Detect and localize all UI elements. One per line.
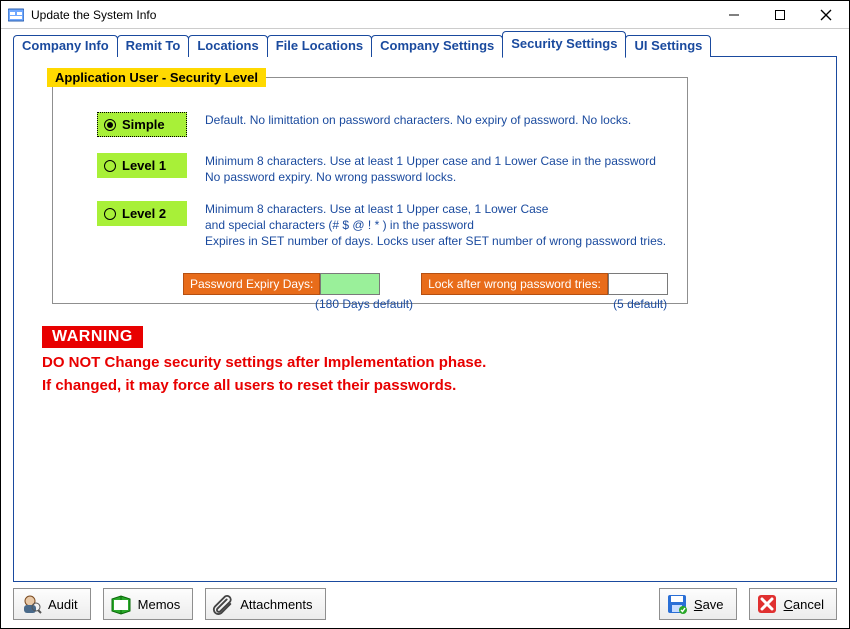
save-icon	[666, 593, 688, 615]
radio-label: Level 1	[122, 158, 166, 173]
tab-company-settings[interactable]: Company Settings	[371, 35, 503, 57]
expiry-row: Password Expiry Days: (180 Days default)…	[183, 273, 676, 311]
radio-label: Level 2	[122, 206, 166, 221]
save-button[interactable]: Save	[659, 588, 737, 620]
lock-segment: Lock after wrong password tries: (5 defa…	[421, 273, 668, 311]
warning-line-1: DO NOT Change security settings after Im…	[42, 354, 808, 371]
option-level1: Level 1 Minimum 8 characters. Use at lea…	[97, 153, 669, 185]
memos-button[interactable]: Memos	[103, 588, 194, 620]
option-simple-desc: Default. No limittation on password char…	[205, 112, 631, 128]
option-level2: Level 2 Minimum 8 characters. Use at lea…	[97, 201, 669, 249]
tab-content: Application User - Security Level Simple…	[13, 57, 837, 582]
titlebar: Update the System Info	[1, 1, 849, 29]
memos-icon	[110, 593, 132, 615]
save-label: Save	[694, 597, 724, 612]
radio-dot-icon	[104, 208, 116, 220]
option-simple: Simple Default. No limittation on passwo…	[97, 112, 669, 137]
audit-label: Audit	[48, 597, 78, 612]
attachments-button[interactable]: Attachments	[205, 588, 325, 620]
radio-dot-icon	[104, 119, 116, 131]
footer: Audit Memos Attachments	[13, 586, 837, 622]
warning-block: WARNING DO NOT Change security settings …	[42, 326, 808, 394]
radio-simple[interactable]: Simple	[97, 112, 187, 137]
memos-label: Memos	[138, 597, 181, 612]
lock-hint: (5 default)	[613, 297, 667, 311]
tab-company-info[interactable]: Company Info	[13, 35, 118, 57]
lock-tries-input[interactable]	[608, 273, 668, 295]
expiry-days-input[interactable]	[320, 273, 380, 295]
tab-file-locations[interactable]: File Locations	[267, 35, 372, 57]
app-icon	[7, 6, 25, 24]
close-button[interactable]	[803, 1, 849, 29]
option-level2-desc: Minimum 8 characters. Use at least 1 Upp…	[205, 201, 666, 249]
expiry-hint: (180 Days default)	[315, 297, 413, 311]
radio-label: Simple	[122, 117, 165, 132]
paperclip-icon	[212, 593, 234, 615]
window-title: Update the System Info	[31, 8, 156, 22]
attachments-label: Attachments	[240, 597, 312, 612]
tab-security-settings[interactable]: Security Settings	[502, 31, 626, 58]
tab-remit-to[interactable]: Remit To	[117, 35, 190, 57]
expiry-label: Password Expiry Days:	[183, 273, 320, 295]
tab-locations[interactable]: Locations	[188, 35, 267, 57]
fieldset-legend: Application User - Security Level	[47, 68, 266, 87]
maximize-button[interactable]	[757, 1, 803, 29]
audit-icon	[20, 593, 42, 615]
minimize-button[interactable]	[711, 1, 757, 29]
security-options: Simple Default. No limittation on passwo…	[97, 112, 669, 249]
radio-dot-icon	[104, 160, 116, 172]
radio-level1[interactable]: Level 1	[97, 153, 187, 178]
expiry-segment: Password Expiry Days: (180 Days default)	[183, 273, 413, 311]
radio-level2[interactable]: Level 2	[97, 201, 187, 226]
warning-badge: WARNING	[42, 326, 143, 348]
lock-label: Lock after wrong password tries:	[421, 273, 608, 295]
tabstrip: Company Info Remit To Locations File Loc…	[1, 29, 849, 57]
tab-ui-settings[interactable]: UI Settings	[625, 35, 711, 57]
cancel-icon	[756, 593, 778, 615]
option-level1-desc: Minimum 8 characters. Use at least 1 Upp…	[205, 153, 656, 185]
audit-button[interactable]: Audit	[13, 588, 91, 620]
warning-line-2: If changed, it may force all users to re…	[42, 377, 808, 394]
security-level-fieldset: Application User - Security Level Simple…	[52, 77, 688, 304]
cancel-label: Cancel	[784, 597, 824, 612]
cancel-button[interactable]: Cancel	[749, 588, 837, 620]
